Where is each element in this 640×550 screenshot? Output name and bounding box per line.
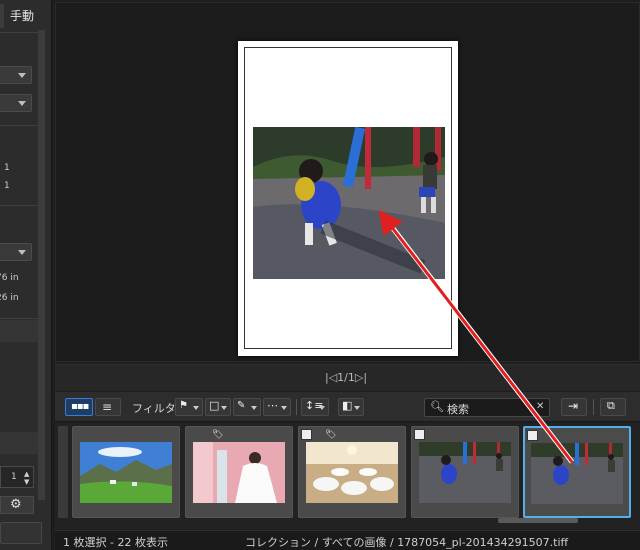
thumbnail-image (531, 443, 623, 504)
flag-filter-button[interactable]: ⚑ (175, 398, 203, 416)
status-bar: 1 枚選択 - 22 枚表示 コレクション / すべての画像 / 1787054… (55, 530, 640, 550)
tab-manual[interactable]: 手動 (10, 4, 34, 28)
page-margin-frame (244, 47, 452, 349)
chevron-down-icon (319, 406, 325, 410)
filmstrip: 🏷︎ 🏷︎ (55, 423, 640, 529)
panel-button[interactable] (0, 522, 42, 544)
dropdown-2[interactable] (0, 94, 32, 112)
chevron-down-icon (281, 406, 287, 410)
search-placeholder: 検索 (447, 403, 469, 416)
divider (0, 318, 38, 319)
stack-button[interactable]: ◧ (338, 398, 364, 416)
more-icon: ⋯ (267, 399, 278, 412)
divider (0, 205, 38, 206)
page-navigator: |◁1/1▷| (55, 364, 640, 391)
chevron-down-icon (251, 406, 257, 410)
print-preview-area (55, 2, 640, 362)
divider (0, 32, 38, 33)
dropdown-3[interactable] (0, 243, 32, 261)
settings-button[interactable]: ⚙ (0, 496, 34, 514)
edited-badge-icon (527, 430, 538, 441)
thumbnail[interactable] (72, 426, 180, 518)
search-field[interactable]: 🔍︎ 検索 ✕ (424, 398, 550, 417)
open-external-button[interactable]: ⧉ (600, 398, 626, 416)
print-page (238, 41, 458, 356)
stack-icon: ◧ (342, 399, 353, 412)
chevron-down-icon (18, 101, 26, 106)
tag-icon: 🏷︎ (212, 430, 224, 440)
size-height: 26 in (0, 293, 19, 303)
pencil-icon: ✎ (237, 400, 246, 411)
stepper-value: 1 (11, 472, 17, 482)
gear-icon: ⚙ (10, 497, 22, 512)
thumbnail-image (80, 442, 172, 503)
panel-section-header[interactable] (0, 432, 38, 454)
chevron-down-icon (354, 406, 360, 410)
value-2: 1 (4, 181, 10, 191)
filmstrip-scrollbar[interactable] (498, 518, 578, 523)
export-button[interactable]: ⇥ (561, 398, 587, 416)
collection-path: コレクション / すべての画像 / 1787054_pl-20143429150… (245, 536, 569, 549)
selection-count: 1 枚選択 - 22 枚表示 (63, 536, 168, 549)
tag-icon: 🏷︎ (325, 430, 337, 440)
tab-divider (0, 4, 4, 28)
filmstrip-toolbar: ▪▪▪ ≡ フィルター: ⚑ □ ✎ ⋯ ↕≡ ◧ 🔍︎ 検索 ✕ ⇥ ⧉ (55, 392, 640, 422)
filmstrip-edge (58, 426, 68, 518)
thumbnail-image (193, 442, 285, 503)
chevron-down-icon (18, 73, 26, 78)
thumbnail-view-button[interactable]: ▪▪▪ (65, 398, 93, 416)
chevron-down-icon (193, 406, 199, 410)
size-width: 76 in (0, 273, 19, 283)
open-external-icon: ⧉ (607, 399, 615, 412)
thumbnail[interactable]: 🏷︎ (298, 426, 406, 518)
square-icon: □ (209, 399, 220, 412)
edited-badge-icon (414, 429, 425, 440)
edited-badge-icon (301, 429, 312, 440)
list-view-icon: ≡ (102, 400, 113, 414)
label-filter-button[interactable]: □ (205, 398, 231, 416)
chevron-down-icon (18, 250, 26, 255)
grid-view-icon: ▪▪▪ (71, 401, 89, 412)
export-icon: ⇥ (568, 399, 579, 413)
list-view-button[interactable]: ≡ (95, 398, 121, 416)
thumbnail-image (306, 442, 398, 503)
stepper-field[interactable]: 1 ▲ ▼ (0, 466, 34, 488)
search-icon: 🔍︎ (430, 400, 444, 413)
edit-filter-button[interactable]: ✎ (233, 398, 261, 416)
toolbar-divider (593, 399, 594, 415)
dropdown-1[interactable] (0, 66, 32, 84)
clear-search-icon[interactable]: ✕ (536, 401, 544, 412)
sort-button[interactable]: ↕≡ (301, 398, 329, 416)
stepper-up-icon[interactable]: ▲ (24, 470, 29, 478)
toolbar-divider (296, 399, 297, 415)
page-indicator[interactable]: |◁1/1▷| (325, 371, 367, 384)
panel-section-header[interactable] (0, 320, 38, 342)
chevron-down-icon (221, 406, 227, 410)
more-filter-button[interactable]: ⋯ (263, 398, 291, 416)
flag-icon: ⚑ (179, 400, 188, 411)
thumbnail[interactable]: 🏷︎ (185, 426, 293, 518)
thumbnail[interactable] (411, 426, 519, 518)
thumbnail-image (419, 442, 511, 503)
thumbnail-selected[interactable] (523, 426, 631, 518)
stepper-down-icon[interactable]: ▼ (24, 478, 29, 486)
preview-photo[interactable] (253, 127, 445, 279)
left-panel-scrollbar[interactable] (38, 30, 45, 500)
divider (0, 125, 38, 126)
value-1: 1 (4, 163, 10, 173)
